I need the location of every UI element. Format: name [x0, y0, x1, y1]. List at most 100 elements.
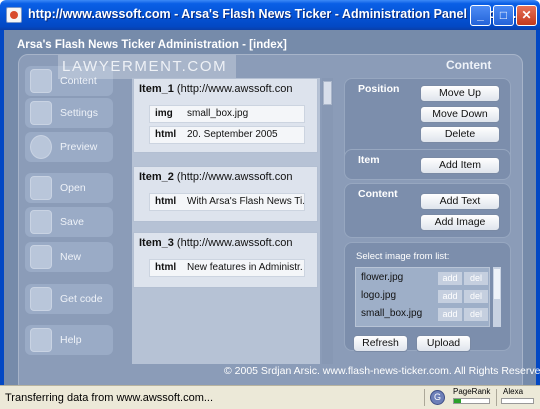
pagerank-fill — [454, 399, 461, 403]
news-item-field[interactable]: html 20. September 2005 — [149, 126, 305, 144]
news-item-name: Item_1 — [139, 83, 174, 95]
image-file-name: flower.jpg — [361, 272, 404, 283]
add-image-button[interactable]: Add Image — [420, 214, 500, 231]
window-title-bar[interactable]: http://www.awssoft.com - Arsa's Flash Ne… — [0, 0, 540, 30]
news-item-url: (http://www.awssoft.con — [176, 237, 293, 249]
position-label: Position — [358, 83, 400, 95]
delete-button[interactable]: Delete — [420, 126, 500, 143]
items-scrollbar-thumb[interactable] — [323, 81, 332, 105]
field-type: html — [155, 196, 177, 207]
sidebar-item-preview[interactable]: Preview — [25, 132, 113, 162]
news-item-header: Item_2 (http://www.awssoft.con — [139, 171, 292, 183]
copyright-footer: © 2005 Srdjan Arsic. www.flash-news-tick… — [224, 365, 540, 377]
move-up-button[interactable]: Move Up — [420, 85, 500, 102]
alexa-indicator[interactable]: Alexa — [500, 387, 536, 408]
sidebar-item-label: Open — [60, 182, 86, 194]
news-item-header: Item_3 (http://www.awssoft.con — [139, 237, 292, 249]
field-type: html — [155, 129, 177, 140]
minimize-button[interactable]: _ — [470, 5, 491, 26]
alexa-label: Alexa — [503, 387, 524, 396]
content-label: Content — [358, 188, 398, 200]
pagerank-indicator[interactable]: PageRank — [452, 387, 492, 408]
get-code-icon — [30, 287, 52, 311]
content-icon — [30, 69, 52, 93]
add-item-button[interactable]: Add Item — [420, 157, 500, 174]
field-value: small_box.jpg — [187, 108, 249, 119]
news-item-field[interactable]: html With Arsa's Flash News Ti.. — [149, 193, 305, 211]
add-image-file-button[interactable]: add — [438, 272, 462, 285]
field-value: 20. September 2005 — [187, 129, 278, 140]
watermark-text: LAWYERMENT.COM — [58, 55, 236, 79]
sidebar-item-label: Get code — [60, 293, 103, 305]
window-title: http://www.awssoft.com - Arsa's Flash Ne… — [28, 7, 524, 21]
news-item-url: (http://www.awssoft.con — [176, 171, 293, 183]
image-file-row[interactable]: logo.jpg add del — [356, 288, 489, 305]
field-value: With Arsa's Flash News Ti.. — [187, 196, 305, 207]
status-separator — [424, 389, 425, 406]
sidebar-item-label: Save — [60, 216, 84, 228]
field-type: img — [155, 108, 173, 119]
news-item-name: Item_2 — [139, 171, 174, 183]
image-list-scrollbar-thumb[interactable] — [494, 269, 500, 299]
panel-title: Content — [446, 58, 492, 72]
help-icon — [30, 328, 52, 352]
sidebar-item-new[interactable]: New — [25, 242, 113, 272]
news-item-url: (http://www.awssoft.con — [176, 83, 293, 95]
maximize-button[interactable]: □ — [493, 5, 514, 26]
item-box: Item Add Item — [344, 149, 511, 180]
add-image-file-button[interactable]: add — [438, 290, 462, 303]
image-file-row[interactable]: small_box.jpg add del — [356, 306, 489, 323]
delete-image-file-button[interactable]: del — [464, 308, 488, 321]
save-icon — [30, 210, 52, 234]
sidebar-item-open[interactable]: Open — [25, 173, 113, 203]
sidebar-item-label: New — [60, 251, 82, 263]
sidebar-item-help[interactable]: Help — [25, 325, 113, 355]
browser-status-bar: Transferring data from www.awssoft.com..… — [0, 385, 540, 409]
close-button[interactable]: ✕ — [516, 5, 537, 26]
news-item[interactable]: Item_3 (http://www.awssoft.con html New … — [133, 232, 318, 288]
settings-icon — [30, 101, 52, 125]
add-image-file-button[interactable]: add — [438, 308, 462, 321]
new-document-icon — [30, 245, 52, 269]
status-separator — [496, 389, 497, 406]
status-text: Transferring data from www.awssoft.com..… — [5, 392, 214, 404]
item-label: Item — [358, 154, 380, 166]
image-file-list[interactable]: flower.jpg add del logo.jpg add del smal… — [355, 267, 490, 327]
delete-image-file-button[interactable]: del — [464, 290, 488, 303]
sidebar-item-label: Help — [60, 334, 82, 346]
alexa-bar — [501, 398, 534, 404]
news-item[interactable]: Item_1 (http://www.awssoft.con img small… — [133, 78, 318, 153]
sidebar-item-label: Settings — [60, 107, 98, 119]
refresh-button[interactable]: Refresh — [353, 335, 408, 352]
image-list-scrollbar[interactable] — [493, 267, 501, 327]
field-value: New features in Administr. — [187, 262, 303, 273]
sidebar-item-save[interactable]: Save — [25, 207, 113, 237]
image-file-name: small_box.jpg — [361, 308, 423, 319]
news-item-header: Item_1 (http://www.awssoft.con — [139, 83, 292, 95]
field-type: html — [155, 262, 177, 273]
news-item-field[interactable]: img small_box.jpg — [149, 105, 305, 123]
image-file-row[interactable]: flower.jpg add del — [356, 270, 489, 287]
move-down-button[interactable]: Move Down — [420, 106, 500, 123]
image-select-label: Select image from list: — [356, 251, 450, 262]
pagerank-label: PageRank — [453, 387, 491, 396]
preview-icon — [30, 135, 52, 159]
open-folder-icon — [30, 176, 52, 200]
browser-frame: Arsa's Flash News Ticker Administration … — [0, 30, 540, 393]
sidebar-item-settings[interactable]: Settings — [25, 98, 113, 128]
admin-title: Arsa's Flash News Ticker Administration … — [17, 39, 287, 51]
delete-image-file-button[interactable]: del — [464, 272, 488, 285]
upload-button[interactable]: Upload — [416, 335, 471, 352]
sidebar-item-label: Preview — [60, 141, 98, 153]
news-item-name: Item_3 — [139, 237, 174, 249]
items-scrollbar[interactable] — [322, 78, 333, 364]
news-item[interactable]: Item_2 (http://www.awssoft.con html With… — [133, 166, 318, 222]
image-file-name: logo.jpg — [361, 290, 397, 301]
google-toolbar-icon[interactable]: G — [430, 390, 445, 405]
page-content: Arsa's Flash News Ticker Administration … — [4, 30, 540, 393]
add-text-button[interactable]: Add Text — [420, 193, 500, 210]
sidebar-item-get-code[interactable]: Get code — [25, 284, 113, 314]
pagerank-bar — [453, 398, 490, 404]
content-box: Content Add Text Add Image — [344, 183, 511, 238]
news-item-field[interactable]: html New features in Administr. — [149, 259, 305, 277]
